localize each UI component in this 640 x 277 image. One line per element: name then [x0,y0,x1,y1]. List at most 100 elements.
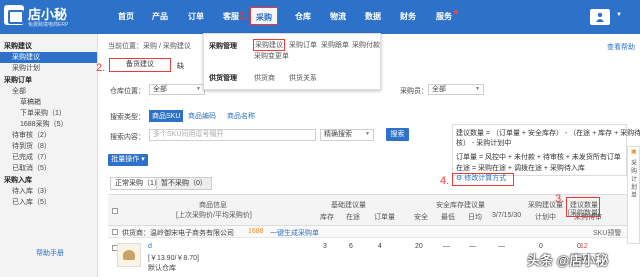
float-text: 单 [631,193,638,199]
purchase-dropdown-menu: 采购管理 采购建议 采购订单 采购跟单 采购付款 采购变更单 供货管理 供货商 … [203,33,381,90]
sidebar: 采购建议 采购建议 采购计划 采购订单 全部 草稿箱 下单采购（1） 1688采… [0,34,98,277]
batch-actions-button[interactable]: 批量操作 ▾ [108,154,148,166]
nav-data[interactable]: 数据 [365,11,381,22]
warehouse-select[interactable]: 全部 ▼ [149,84,205,95]
nav-products[interactable]: 产品 [152,11,168,22]
search-type-name[interactable]: 商品名称 [227,111,255,121]
header-transit: 在途 [346,214,360,221]
header-trend: 3/7/15/30 [492,212,522,219]
search-type-code[interactable]: 商品编码 [188,111,216,121]
sidebar-item-to-inbound[interactable]: 待入库（3） [0,186,97,197]
nav-logistics[interactable]: 物流 [330,11,346,22]
tab-shortage-suggest[interactable]: 缺 [177,61,184,71]
search-type-label: 搜索类型： [110,114,145,121]
brand-tagline: 免费跨境电商ERP [28,22,69,28]
notification-dot [454,10,458,14]
product-thumbnail[interactable] [117,243,141,267]
menu-item-purchase-orders[interactable]: 采购订单 [289,40,317,50]
select-all-checkbox[interactable] [112,208,118,214]
nav-services[interactable]: 服务 [436,11,452,22]
sidebar-item-inbound-done[interactable]: 已入库（5） [0,197,97,208]
product-warehouse: 默认仓库 [148,265,176,272]
tooltip-line: 在途 = 采购在途 + 调拨在途 + 采购待入库 [456,165,585,172]
supplier-prefix: 供货商： [122,230,150,237]
modify-formula-button[interactable]: ⚙ 修改计算方式 [452,173,514,186]
header-suggest-sub: [采购数量] [568,210,600,217]
settings-icon: ⚙ [456,175,463,182]
chevron-down-icon: ▼ [365,131,370,137]
annotation-3: 3. [555,193,565,205]
sidebar-item-pending-review[interactable]: 待审核（2） [0,130,97,141]
dropdown-group-supply: 供货管理 [209,75,237,82]
search-input[interactable]: 多个SKU间用逗号隔开 [149,129,316,141]
supplier-name[interactable]: 温岭御宋电子商务有限公司 [150,228,234,238]
supplier-checkbox[interactable] [112,229,118,235]
chevron-down-icon: ▼ [475,86,480,92]
generate-order-link[interactable]: 一键生成采购单 [270,228,319,238]
sidebar-item-awaiting-arrival[interactable]: 待到货（8） [0,141,97,152]
menu-item-purchase-change[interactable]: 采购变更单 [254,51,289,61]
cart-icon: ▣ [631,149,637,155]
help-manual-link[interactable]: 帮助手册 [36,248,64,258]
chevron-down-icon: ▼ [196,86,201,92]
user-icon [596,12,604,22]
cell-suggest: 12 [580,243,588,250]
product-sku[interactable]: d [148,243,152,250]
float-text: 购 [631,169,638,175]
user-menu-button[interactable] [590,9,610,25]
supplier-row: 供货商： 温岭御宋电子商务有限公司 1688 一键生成采购单 SKU预警 [108,226,640,238]
cell-orders: 4 [378,243,382,250]
sidebar-item-order-purchase[interactable]: 下单采购（1） [0,108,97,119]
breadcrumb: 当前位置：采购 / 采购建议 [108,43,191,50]
header-safe: 安全 [414,214,428,221]
sidebar-item-1688-purchase[interactable]: 1688采购（5） [0,119,97,130]
sidebar-item-cancelled[interactable]: 已取消（5） [0,163,97,174]
annotation-2: 2. [96,62,106,74]
menu-item-purchase-tracking[interactable]: 采购跟单 [321,40,349,50]
float-text: 采 [631,161,638,167]
tab-stock-suggest[interactable]: 备货建议 [109,58,171,72]
sidebar-item-drafts[interactable]: 草稿箱 [0,97,97,108]
warehouse-label: 仓库位置： [110,88,145,95]
top-nav-bar: 店小秘 免费跨境电商ERP 首页 产品 订单 客服 采购 仓库 物流 数据 财务… [0,0,640,34]
chevron-down-icon[interactable]: ▼ [616,12,622,18]
sku-warning-label: SKU预警 [593,230,622,237]
header-product: 商品信息 [199,202,227,209]
sidebar-item-purchase-plan[interactable]: 采购计划 [0,63,97,74]
tab-skip-purchase[interactable]: 暂不采购（0） [156,177,212,190]
purchaser-label: 采购员： [400,88,428,95]
dropdown-group-purchase: 采购管理 [209,43,237,50]
purchase-plan-float[interactable]: ▣ 采 购 计 划 单 [627,146,640,244]
sidebar-item-all[interactable]: 全部 [0,86,97,97]
nav-home[interactable]: 首页 [118,11,134,22]
float-text: 划 [631,185,638,191]
nav-warehouse[interactable]: 仓库 [295,11,311,22]
watermark: 头条 @店小秘 [527,253,609,268]
header-stock: 库存 [320,214,334,221]
cell-stock: 3 [323,243,327,250]
nav-finance[interactable]: 财务 [400,11,416,22]
menu-item-purchase-suggest[interactable]: 采购建议 [253,39,285,51]
purchaser-select[interactable]: 全部 ▼ [428,84,484,95]
search-button[interactable]: 搜索 [386,128,409,141]
menu-item-suppliers[interactable]: 供货商 [254,73,275,83]
product-price: [￥13.90/￥8.70] [148,255,199,262]
sidebar-group-suggest: 采购建议 [4,43,32,50]
brand-logo[interactable]: 店小秘 免费跨境电商ERP [4,4,100,30]
menu-item-purchase-payment[interactable]: 采购付款 [352,40,380,50]
view-help-link[interactable]: 查看帮助 [607,42,635,52]
nav-service[interactable]: 客服 [223,11,239,22]
annotation-1: 1. [239,10,249,22]
menu-item-supply-relations[interactable]: 供货关系 [289,73,317,83]
search-type-sku[interactable]: 商品SKU [149,110,184,122]
cell-transit: 6 [349,243,353,250]
tooltip-line: 建议数量 = （订单量 + 安全库存） - （在途 + 库存 + 采购待审 [456,130,640,137]
sidebar-item-completed[interactable]: 已完成（7） [0,152,97,163]
header-basic: 基础建议量 [331,202,366,209]
sidebar-item-purchase-suggest[interactable]: 采购建议 [0,52,97,63]
nav-purchase[interactable]: 采购 [250,7,278,25]
search-content-label: 搜索内容： [110,134,145,141]
table-tabs: 正常采购（1） 暂不采购（0） [108,177,448,190]
match-mode-select[interactable]: 精确搜索 ▼ [320,129,374,141]
nav-orders[interactable]: 订单 [188,11,204,22]
